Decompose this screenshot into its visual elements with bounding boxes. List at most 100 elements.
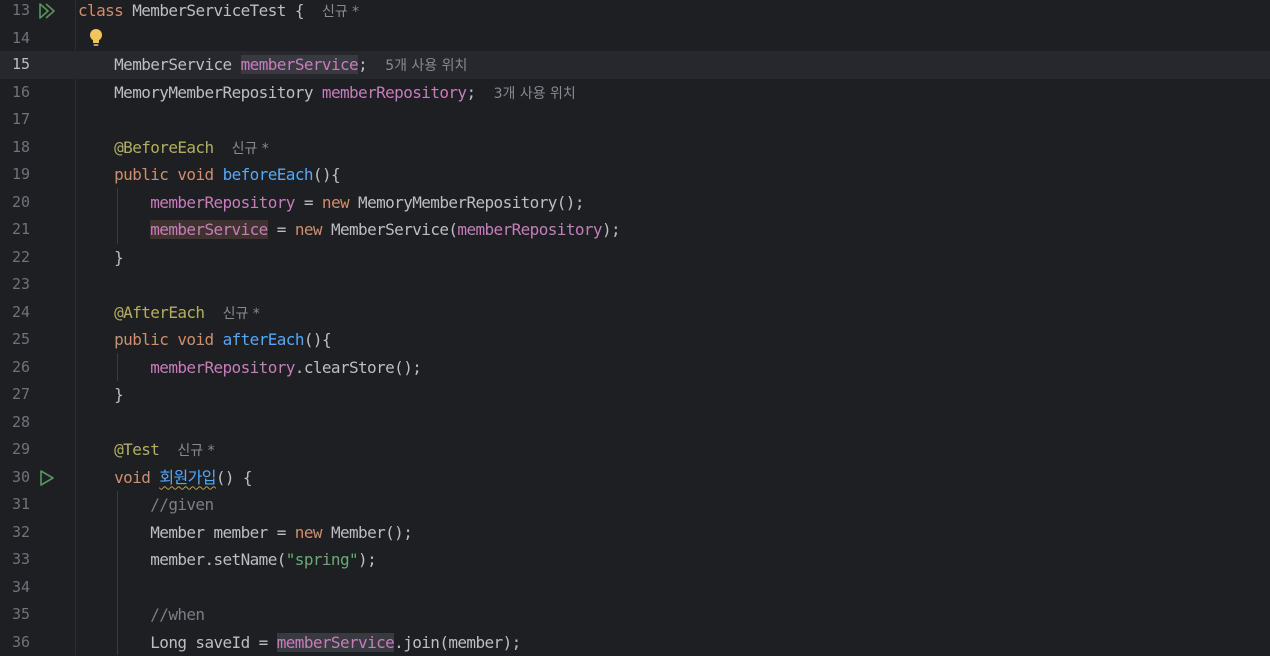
inlay-hint[interactable]: 신규 * — [322, 4, 359, 20]
method-name[interactable]: beforeEach — [223, 165, 313, 184]
method-name[interactable]: afterEach — [223, 330, 304, 349]
usages-hint[interactable]: 3개 사용 위치 — [494, 86, 576, 102]
line-number: 29 — [0, 436, 30, 464]
code-text[interactable]: MemberService memberService; 5개 사용 위치 — [78, 51, 467, 81]
code-line[interactable]: 32 Member member = new Member(); — [0, 519, 1270, 547]
code-line[interactable]: 31 //given — [0, 491, 1270, 519]
code-text[interactable]: @Test 신규 * — [78, 436, 215, 466]
line-number: 20 — [0, 189, 30, 217]
code-line[interactable]: 26 memberRepository.clearStore(); — [0, 354, 1270, 382]
code-text[interactable]: member.setName("spring"); — [78, 546, 376, 574]
code-line[interactable]: 16 MemoryMemberRepository memberReposito… — [0, 79, 1270, 107]
code-line[interactable]: 35 //when — [0, 601, 1270, 629]
code-line[interactable]: 36 Long saveId = memberService.join(memb… — [0, 629, 1270, 656]
inlay-hint[interactable]: 신규 * — [232, 141, 269, 157]
code-text[interactable]: MemoryMemberRepository memberRepository;… — [78, 79, 576, 109]
line-number: 17 — [0, 106, 30, 134]
line-number: 30 — [0, 464, 30, 492]
string-literal: "spring" — [286, 550, 358, 569]
keyword: new — [295, 523, 322, 542]
code-text[interactable]: } — [78, 381, 123, 409]
line-number: 25 — [0, 326, 30, 354]
code-text[interactable]: Long saveId = memberService.join(member)… — [78, 629, 521, 656]
method-name[interactable]: 회원가입 — [159, 468, 215, 487]
indent-guide — [117, 491, 118, 655]
code-text[interactable]: public void beforeEach(){ — [78, 161, 340, 189]
run-all-tests-icon[interactable] — [38, 2, 56, 20]
code-line[interactable]: 19 public void beforeEach(){ — [0, 161, 1270, 189]
brace: } — [114, 385, 123, 404]
code-text[interactable]: @AfterEach 신규 * — [78, 299, 260, 329]
line-number: 21 — [0, 216, 30, 244]
field-identifier[interactable]: memberRepository — [457, 220, 602, 239]
code-line[interactable]: 30 void 회원가입() { — [0, 464, 1270, 492]
field-identifier[interactable]: memberRepository — [150, 358, 295, 377]
code-text[interactable]: @BeforeEach 신규 * — [78, 134, 269, 164]
lightbulb-icon[interactable] — [88, 28, 104, 48]
code-line[interactable]: 27 } — [0, 381, 1270, 409]
code-line[interactable]: 29 @Test 신규 * — [0, 436, 1270, 464]
constructor-call: MemberService( — [322, 220, 458, 239]
line-number: 18 — [0, 134, 30, 162]
line-number: 22 — [0, 244, 30, 272]
code-text[interactable]: Member member = new Member(); — [78, 519, 412, 547]
line-number: 14 — [0, 25, 30, 53]
code-line[interactable]: 18 @BeforeEach 신규 * — [0, 134, 1270, 162]
line-number: 36 — [0, 629, 30, 656]
run-test-icon[interactable] — [38, 469, 56, 487]
field-identifier[interactable]: memberService — [277, 633, 394, 652]
code-editor[interactable]: 13 class MemberServiceTest { 신규 * 14 15 … — [0, 0, 1270, 655]
brace: } — [114, 248, 123, 267]
line-number: 35 — [0, 601, 30, 629]
comment: //when — [150, 605, 204, 624]
code-text[interactable]: //given — [78, 491, 214, 519]
operator: = — [268, 220, 295, 239]
code-line[interactable]: 14 — [0, 25, 1270, 53]
code-line[interactable]: 34 — [0, 574, 1270, 602]
code-line[interactable]: 20 memberRepository = new MemoryMemberRe… — [0, 189, 1270, 217]
line-number: 15 — [0, 51, 30, 79]
code-line[interactable]: 28 — [0, 409, 1270, 437]
operator: = — [295, 193, 322, 212]
code-text[interactable]: } — [78, 244, 123, 272]
code-line[interactable]: 24 @AfterEach 신규 * — [0, 299, 1270, 327]
annotation: @AfterEach — [114, 303, 204, 322]
code-line[interactable]: 13 class MemberServiceTest { 신규 * — [0, 0, 1270, 25]
inlay-hint[interactable]: 신규 * — [177, 443, 214, 459]
line-number: 26 — [0, 354, 30, 382]
code-text[interactable]: //when — [78, 601, 204, 629]
code-text[interactable]: public void afterEach(){ — [78, 326, 331, 354]
code-line[interactable]: 33 member.setName("spring"); — [0, 546, 1270, 574]
line-number: 13 — [0, 0, 30, 25]
declaration: Member member = — [150, 523, 295, 542]
code-text[interactable]: void 회원가입() { — [78, 464, 252, 492]
usages-hint[interactable]: 5개 사용 위치 — [385, 58, 467, 74]
keyword: class — [78, 1, 123, 20]
field-identifier[interactable]: memberRepository — [322, 83, 467, 102]
code-text[interactable]: memberRepository = new MemoryMemberRepos… — [78, 189, 584, 217]
punctuation: () { — [216, 468, 252, 487]
line-number: 23 — [0, 271, 30, 299]
code-line[interactable]: 17 — [0, 106, 1270, 134]
indent-guide — [117, 353, 118, 381]
line-number: 24 — [0, 299, 30, 327]
line-number: 31 — [0, 491, 30, 519]
declaration: Long saveId = — [150, 633, 276, 652]
inlay-hint[interactable]: 신규 * — [223, 306, 260, 322]
field-identifier[interactable]: memberService — [241, 55, 358, 74]
code-line[interactable]: 22 } — [0, 244, 1270, 272]
code-text[interactable]: class MemberServiceTest { 신규 * — [78, 0, 359, 27]
class-name: MemberServiceTest — [132, 1, 286, 20]
code-text[interactable]: memberService = new MemberService(member… — [78, 216, 620, 244]
keyword: void — [114, 468, 150, 487]
code-line[interactable]: 23 — [0, 271, 1270, 299]
code-line-current[interactable]: 15 MemberService memberService; 5개 사용 위치 — [0, 51, 1270, 79]
code-line[interactable]: 21 memberService = new MemberService(mem… — [0, 216, 1270, 244]
line-number: 28 — [0, 409, 30, 437]
keyword: public — [114, 330, 168, 349]
field-identifier[interactable]: memberService — [150, 220, 267, 239]
code-text[interactable]: memberRepository.clearStore(); — [78, 354, 421, 382]
field-identifier[interactable]: memberRepository — [150, 193, 295, 212]
annotation: @BeforeEach — [114, 138, 213, 157]
code-line[interactable]: 25 public void afterEach(){ — [0, 326, 1270, 354]
